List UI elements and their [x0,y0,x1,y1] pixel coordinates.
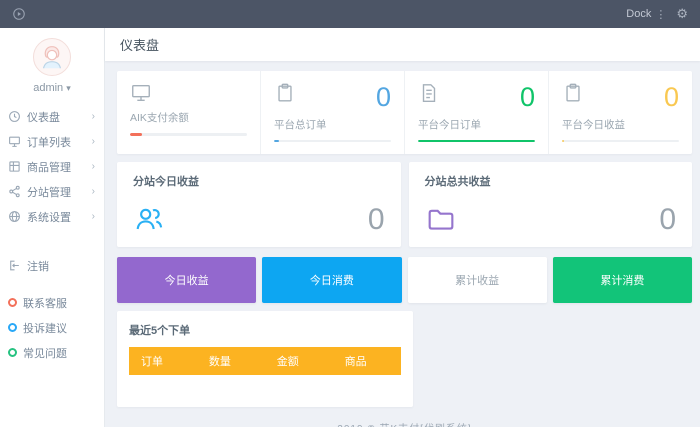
user-menu[interactable]: admin ▾ [0,38,104,94]
panel-substation-today-revenue: 分站今日收益 0 [117,162,401,247]
main-area: 仪表盘 AIK支付余额 [105,28,700,427]
chevron-right-icon: › [92,186,95,197]
sidebar-item-products[interactable]: 商品管理 › [0,154,104,179]
document-icon [418,82,440,104]
total-spend-button[interactable]: 累计消费 [553,257,692,303]
stat-label: AIK支付余额 [130,110,247,125]
recent-orders-card: 最近5个下单 订单 数量 金额 商品 [117,311,413,407]
total-revenue-button[interactable]: 累计收益 [408,257,547,303]
sidebar-link-label: 常见问题 [23,345,67,361]
stat-today-orders: 0 平台今日订单 [404,71,548,154]
sidebar-item-settings[interactable]: 系统设置 › [0,204,104,229]
sidebar-links: 联系客服 投诉建议 常见问题 [0,290,104,365]
sidebar-item-label: 系统设置 [27,209,92,225]
topbar: Dock ⋮ ⚙ [0,0,700,28]
sidebar-item-contact-support[interactable]: 联系客服 [0,290,104,315]
monitor-icon [130,82,152,104]
clipboard-icon [562,82,584,104]
share-icon [8,185,21,198]
chevron-right-icon: › [92,161,95,172]
grid-icon [8,160,21,173]
globe-icon [8,210,21,223]
orders-table-empty-body [129,375,401,393]
circle-icon [8,298,17,307]
column-header-order: 订单 [129,353,197,369]
stat-label: 平台总订单 [274,117,391,132]
sidebar-link-label: 投诉建议 [23,320,67,336]
monitor-icon [8,135,21,148]
page-title: 仪表盘 [120,35,159,54]
sidebar-link-label: 联系客服 [23,295,67,311]
chevron-right-icon: › [92,211,95,222]
circle-icon [8,323,17,332]
avatar [33,38,71,76]
logout-icon [8,259,21,272]
stats-card: AIK支付余额 0 平台总订单 [117,71,692,154]
empty-column [421,311,693,407]
sidebar-item-substations[interactable]: 分站管理 › [0,179,104,204]
sidebar-item-label: 仪表盘 [27,109,92,125]
sidebar-item-label: 注销 [27,258,95,274]
stat-label: 平台今日收益 [562,117,679,132]
footer-text: 2019 © 艾K支付[代刷系统] [117,407,692,427]
sidebar-item-orders[interactable]: 订单列表 › [0,129,104,154]
caret-down-icon: ▾ [66,83,71,93]
sidebar-item-feedback[interactable]: 投诉建议 [0,315,104,340]
progress-bar [274,140,391,142]
progress-bar [562,140,679,142]
app-window: Dock ⋮ ⚙ admin ▾ [0,0,700,427]
dock-menu[interactable]: Dock ⋮ [626,8,666,21]
column-header-product: 商品 [333,353,401,369]
sidebar-item-label: 商品管理 [27,159,92,175]
gear-icon[interactable]: ⚙ [676,6,688,22]
today-revenue-button[interactable]: 今日收益 [117,257,256,303]
chevron-right-icon: › [92,111,95,122]
today-spend-button[interactable]: 今日消费 [262,257,401,303]
orders-table-header: 订单 数量 金额 商品 [129,347,401,375]
panel-value: 0 [659,205,676,235]
play-circle-icon[interactable] [12,7,26,21]
sidebar-item-label: 订单列表 [27,134,92,150]
progress-bar [418,140,535,142]
stat-value: 0 [664,84,679,111]
users-icon [133,203,165,235]
stat-ak-balance: AIK支付余额 [117,71,260,154]
sidebar: admin ▾ 仪表盘 › [0,28,105,427]
page-header: 仪表盘 [105,28,700,61]
clipboard-icon [274,82,296,104]
stat-label: 平台今日订单 [418,117,535,132]
stat-today-revenue: 0 平台今日收益 [548,71,692,154]
stat-value: 0 [520,84,535,111]
stat-value: 0 [376,84,391,111]
panel-value: 0 [368,205,385,235]
recent-orders-title: 最近5个下单 [129,322,401,338]
sidebar-item-logout[interactable]: 注销 [0,253,104,278]
clock-icon [8,110,21,123]
panel-label: 分站今日收益 [133,173,385,189]
stat-total-orders: 0 平台总订单 [260,71,404,154]
dock-label: Dock [626,8,651,20]
sidebar-item-faq[interactable]: 常见问题 [0,340,104,365]
sidebar-item-dashboard[interactable]: 仪表盘 › [0,104,104,129]
username: admin [33,82,63,94]
sidebar-menu: 仪表盘 › 订单列表 › 商品管理 [0,104,104,229]
progress-bar [130,133,247,136]
chevron-right-icon: › [92,136,95,147]
folder-icon [425,203,457,235]
panel-substation-total-revenue: 分站总共收益 0 [409,162,693,247]
panel-label: 分站总共收益 [425,173,677,189]
dots-vertical-icon: ⋮ [655,8,666,21]
column-header-quantity: 数量 [197,353,265,369]
column-header-amount: 金额 [265,353,333,369]
circle-icon [8,348,17,357]
sidebar-item-label: 分站管理 [27,184,92,200]
